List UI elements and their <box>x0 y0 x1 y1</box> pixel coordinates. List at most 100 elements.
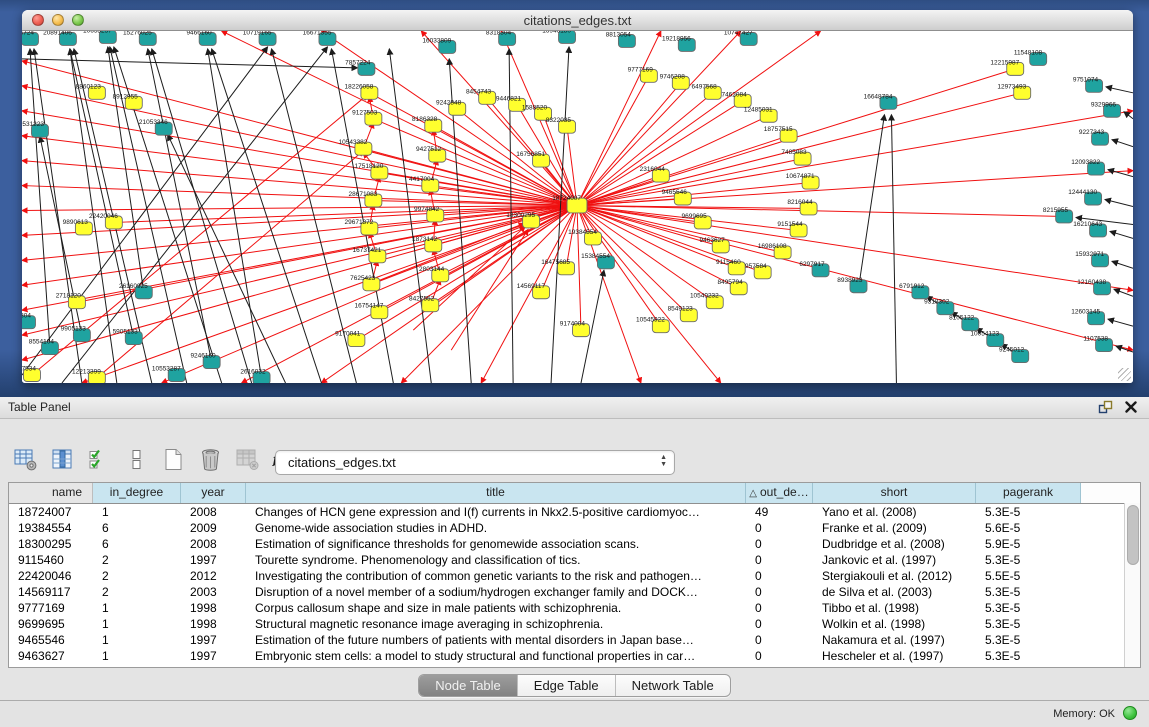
cell-out_de[interactable]: 0 <box>746 584 813 600</box>
cell-short[interactable]: Nakamura et al. (1997) <box>813 632 976 648</box>
graph-node-yellow[interactable]: 18107534 <box>22 366 40 382</box>
graph-node-yellow[interactable]: 9170041 <box>335 331 365 347</box>
cell-name[interactable]: 9465546 <box>9 632 93 648</box>
cell-in_degree[interactable]: 6 <box>93 536 181 552</box>
column-header-out_de[interactable]: △out_de… <box>746 483 813 503</box>
graph-node-yellow[interactable]: 16475685 <box>541 259 574 275</box>
graph-node-teal[interactable]: 15384554 <box>581 253 614 269</box>
table-row[interactable]: 977716911998Corpus callosum shape and si… <box>9 600 1140 616</box>
citation-edge-black[interactable] <box>389 49 431 383</box>
graph-node-yellow[interactable]: 29671372 <box>345 219 378 235</box>
cell-year[interactable]: 2009 <box>181 520 246 536</box>
cell-in_degree[interactable]: 2 <box>93 552 181 568</box>
graph-node-teal[interactable]: 16946180 <box>542 31 575 43</box>
graph-node-yellow[interactable]: 2718120 <box>56 293 86 309</box>
cell-title[interactable]: Structural magnetic resonance image aver… <box>246 616 746 632</box>
table-row[interactable]: 969969511998Structural magnetic resonanc… <box>9 616 1140 632</box>
graph-node-yellow[interactable]: 10549232 <box>690 293 723 309</box>
tab-network-table[interactable]: Network Table <box>616 675 730 696</box>
citation-edge-black[interactable] <box>1110 231 1133 238</box>
tab-node-table[interactable]: Node Table <box>419 675 518 696</box>
cell-name[interactable]: 14569117 <box>9 584 93 600</box>
cell-out_de[interactable]: 0 <box>746 552 813 568</box>
graph-node-yellow[interactable]: 9115460 <box>716 259 745 275</box>
cell-short[interactable]: Hescheler et al. (1997) <box>813 648 976 664</box>
cell-in_degree[interactable]: 1 <box>93 632 181 648</box>
graph-node-yellow[interactable]: 12215987 <box>990 59 1023 75</box>
table-row[interactable]: 946554611997Estimation of the future num… <box>9 632 1140 648</box>
cell-in_degree[interactable]: 2 <box>93 584 181 600</box>
graph-node-yellow[interactable]: 16737421 <box>353 247 386 263</box>
cell-year[interactable]: 2008 <box>181 504 246 520</box>
cell-out_de[interactable]: 0 <box>746 600 813 616</box>
table-row[interactable]: 911546021997Tourette syndrome. Phenomeno… <box>9 552 1140 568</box>
graph-node-yellow[interactable]: 17518120 <box>355 163 388 179</box>
graph-node-teal[interactable]: 8153304 <box>22 313 35 329</box>
column-header-year[interactable]: year <box>181 483 246 503</box>
graph-node-teal[interactable]: 1107538 <box>1083 336 1112 352</box>
graph-node-teal[interactable]: 8105122 <box>949 315 979 331</box>
graph-node-yellow[interactable]: 10674871 <box>786 173 819 189</box>
cell-name[interactable]: 19384554 <box>9 520 93 536</box>
cell-name[interactable]: 9699695 <box>9 616 93 632</box>
column-header-short[interactable]: short <box>813 483 976 503</box>
table-row[interactable]: 1938455462009Genome-wide association stu… <box>9 520 1140 536</box>
graph-node-yellow[interactable]: 16754147 <box>355 303 388 319</box>
cell-year[interactable]: 2008 <box>181 536 246 552</box>
column-header-pagerank[interactable]: pagerank <box>976 483 1081 503</box>
citation-edge-black[interactable] <box>1112 140 1133 147</box>
cell-pagerank[interactable]: 5.6E-5 <box>976 520 1081 536</box>
graph-node-yellow[interactable]: 8495794 <box>718 279 748 295</box>
cell-pagerank[interactable]: 5.3E-5 <box>976 632 1081 648</box>
graph-node-yellow[interactable]: 7485083 <box>781 149 811 165</box>
graph-node-teal[interactable]: 9466160 <box>186 31 216 45</box>
citation-edge-red[interactable] <box>377 206 577 257</box>
graph-node-teal[interactable]: 20891406 <box>43 31 76 45</box>
graph-node-teal[interactable]: 15932971 <box>1075 251 1108 267</box>
cell-out_de[interactable]: 0 <box>746 648 813 664</box>
cell-in_degree[interactable]: 6 <box>93 520 181 536</box>
graph-node-yellow[interactable]: 12973493 <box>997 83 1030 99</box>
cell-year[interactable]: 1997 <box>181 632 246 648</box>
cell-out_de[interactable]: 49 <box>746 504 813 520</box>
citation-edge-red[interactable] <box>577 31 821 206</box>
cell-title[interactable]: Tourette syndrome. Phenomenology and cla… <box>246 552 746 568</box>
graph-node-yellow[interactable]: 12213399 <box>72 369 105 383</box>
float-panel-icon[interactable] <box>1097 399 1113 415</box>
graph-node-yellow[interactable]: 8549123 <box>668 306 698 322</box>
cell-year[interactable]: 2012 <box>181 568 246 584</box>
graph-node-teal[interactable]: 16648784 <box>864 93 897 109</box>
citation-edge-black[interactable] <box>1124 112 1133 119</box>
cell-name[interactable]: 18724007 <box>9 504 93 520</box>
table-scrollbar[interactable] <box>1124 503 1140 667</box>
graph-node-teal[interactable]: 24055724 <box>22 31 38 45</box>
graph-node-teal[interactable]: 9905133 <box>61 326 91 342</box>
trash-icon[interactable] <box>197 446 223 472</box>
graph-node-teal[interactable]: 10553287 <box>152 366 185 382</box>
citation-edge-black[interactable] <box>152 49 252 383</box>
network-canvas[interactable]: 2405572420891406106532571527602594661601… <box>22 31 1133 383</box>
graph-node-teal[interactable]: 10054123 <box>970 331 1003 347</box>
graph-node-yellow[interactable]: 28671083 <box>349 191 382 207</box>
table-row[interactable]: 2242004622012Investigating the contribut… <box>9 568 1140 584</box>
network-window-titlebar[interactable]: citations_edges.txt <box>22 10 1133 31</box>
citation-edge-black[interactable] <box>1112 261 1133 268</box>
checklist-icon[interactable] <box>86 446 112 472</box>
cell-pagerank[interactable]: 5.3E-5 <box>976 504 1081 520</box>
graph-node-teal[interactable]: 9751074 <box>1073 76 1103 92</box>
column-select-icon[interactable] <box>49 446 75 472</box>
table-row[interactable]: 946362711997Embryonic stem cells: a mode… <box>9 648 1140 664</box>
graph-node-yellow[interactable]: 10545922 <box>636 317 669 333</box>
graph-node-teal[interactable]: 8318304 <box>486 31 516 45</box>
cell-in_degree[interactable]: 1 <box>93 648 181 664</box>
graph-node-teal[interactable]: 9227343 <box>1079 129 1109 145</box>
cell-title[interactable]: Estimation of significance thresholds fo… <box>246 536 746 552</box>
cell-year[interactable]: 2003 <box>181 584 246 600</box>
citation-edge-black[interactable] <box>1106 87 1133 93</box>
graph-node-yellow[interactable]: 7625423 <box>350 275 380 291</box>
tab-edge-table[interactable]: Edge Table <box>518 675 616 696</box>
cell-out_de[interactable]: 0 <box>746 568 813 584</box>
cell-name[interactable]: 9777169 <box>9 600 93 616</box>
graph-node-yellow[interactable]: 9699695 <box>682 213 712 229</box>
cell-year[interactable]: 1997 <box>181 552 246 568</box>
